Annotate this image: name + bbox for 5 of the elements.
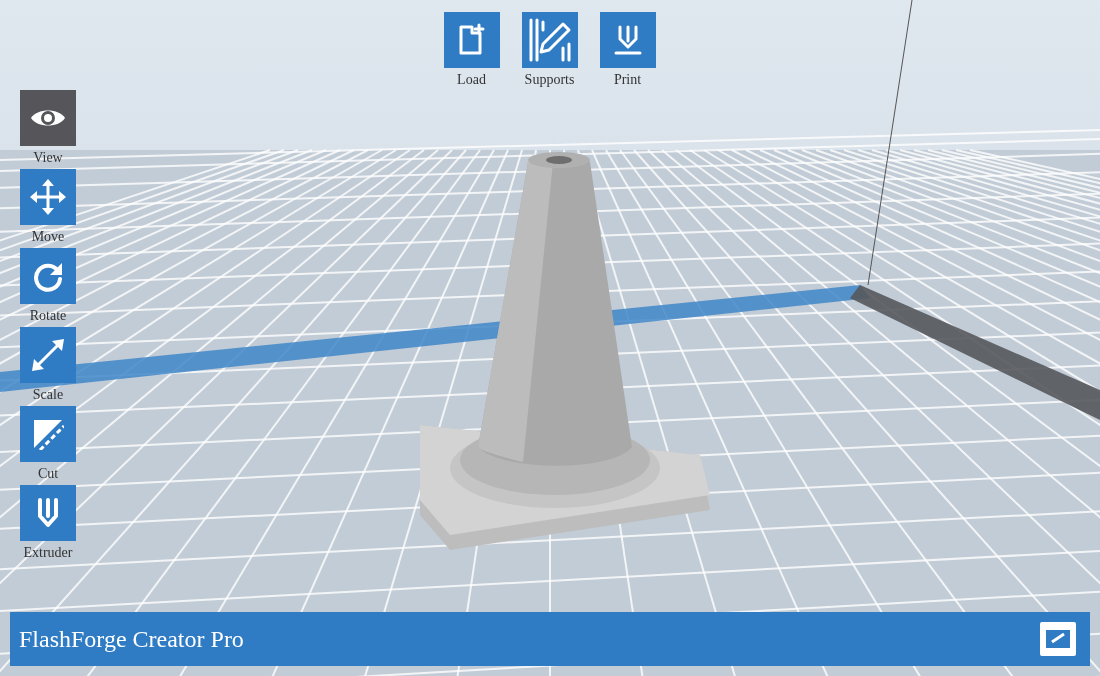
diagonal-arrow-icon — [30, 337, 66, 373]
move-arrows-icon — [29, 178, 67, 216]
3d-viewport[interactable]: Load Supports Print View Move Rotate Scale Cut Extruder FlashForge Creator Pro — [0, 0, 1100, 676]
cut-icon — [32, 418, 64, 450]
printer-name: FlashForge Creator Pro — [19, 625, 244, 653]
